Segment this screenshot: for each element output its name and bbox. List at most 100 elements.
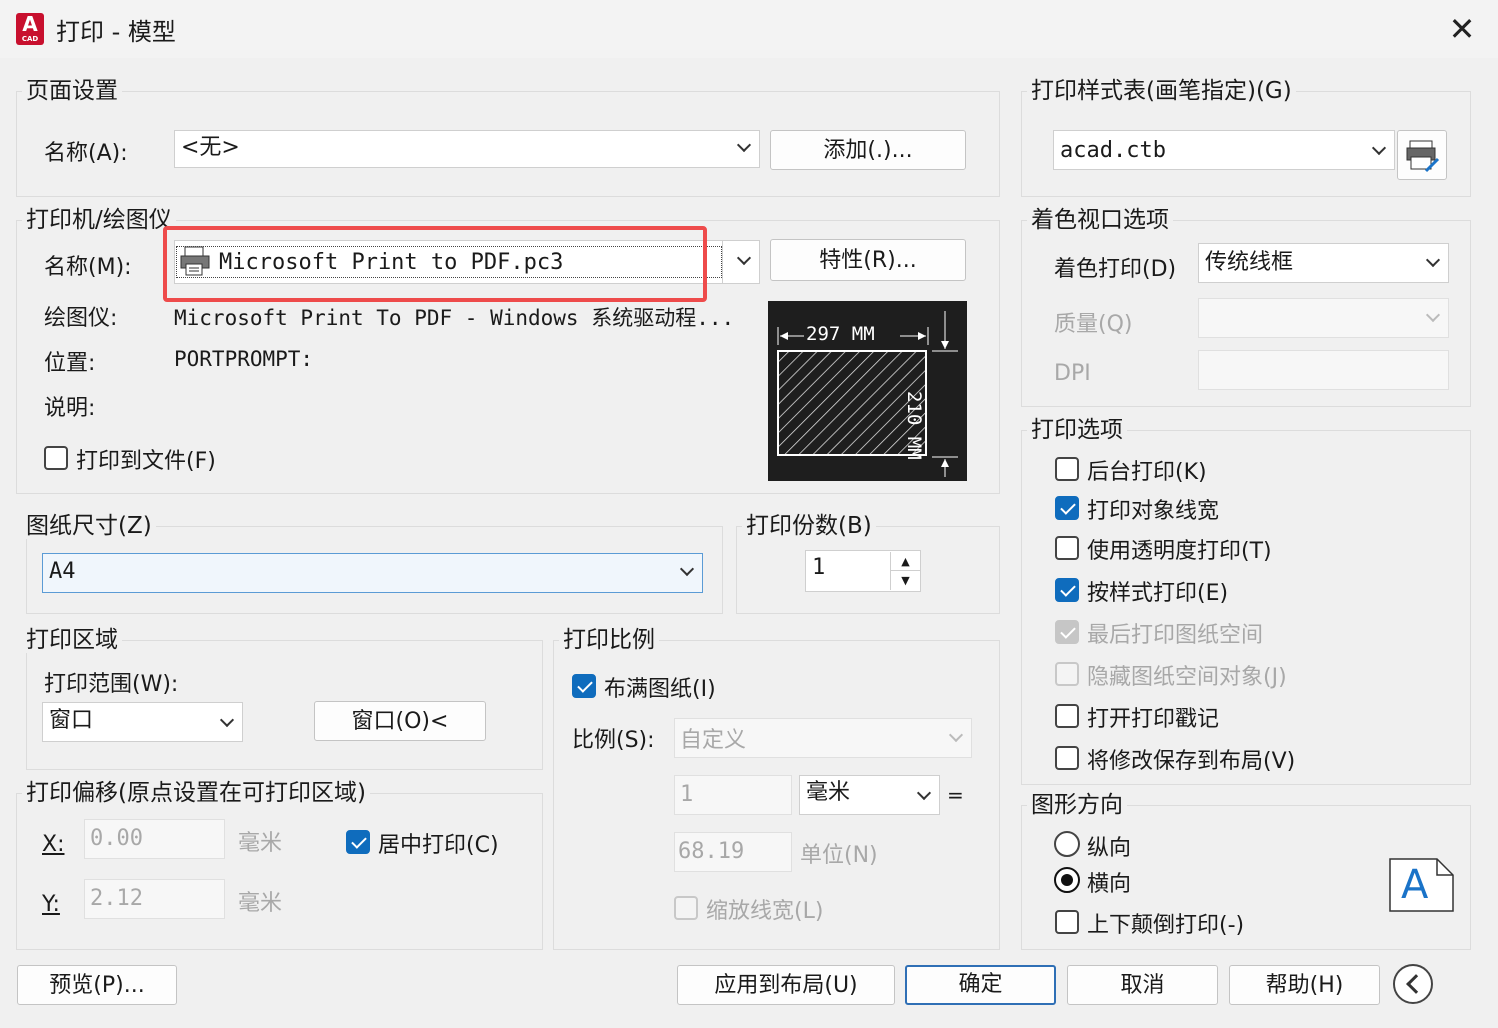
quality-combo[interactable] — [1198, 298, 1449, 338]
window-select-button[interactable]: 窗口(O)< — [314, 701, 486, 741]
center-plot-checkbox[interactable] — [346, 830, 370, 854]
scale-unit-combo[interactable]: 毫米 — [799, 775, 940, 815]
edit-plot-style-button[interactable] — [1397, 130, 1447, 180]
close-icon[interactable]: ✕ — [1442, 10, 1482, 50]
location-label: 位置: — [44, 351, 96, 376]
printer-edit-icon — [1406, 139, 1440, 179]
paper-width-text: 297 MM — [806, 323, 875, 345]
offset-y-unit: 毫米 — [238, 891, 283, 916]
preview-button[interactable]: 预览(P)... — [17, 965, 177, 1005]
shade-plot-combo[interactable]: 传统线框 — [1198, 243, 1449, 283]
shaded-viewport-title: 着色视口选项 — [1027, 207, 1173, 233]
plotter-label: 绘图仪: — [44, 306, 118, 331]
dpi-label: DPI — [1054, 361, 1091, 386]
copies-title: 打印份数(B) — [742, 513, 876, 539]
scale-value2-field[interactable]: 68.19 — [674, 832, 792, 872]
background-plot-label: 后台打印(K) — [1087, 460, 1207, 485]
scale-combo[interactable]: 自定义 — [674, 718, 972, 758]
spin-down-icon[interactable]: ▼ — [890, 571, 920, 590]
help-button[interactable]: 帮助(H) — [1229, 965, 1380, 1005]
plot-paperspace-last-checkbox[interactable] — [1055, 620, 1079, 644]
chevron-left-icon — [1406, 974, 1426, 994]
plot-transparency-checkbox[interactable] — [1055, 536, 1079, 560]
unit-label: 单位(N) — [800, 843, 878, 868]
plot-options-title: 打印选项 — [1027, 417, 1127, 443]
window-title: 打印 - 模型 — [56, 18, 176, 46]
highlight-box — [163, 226, 707, 302]
quality-label: 质量(Q) — [1054, 312, 1133, 337]
properties-button[interactable]: 特性(R)... — [770, 239, 966, 281]
plot-style-title: 打印样式表(画笔指定)(G) — [1027, 78, 1296, 104]
save-to-layout-checkbox[interactable] — [1055, 746, 1079, 770]
print-to-file-checkbox[interactable] — [44, 446, 68, 470]
chevron-down-icon — [1425, 252, 1441, 268]
hide-paperspace-objects-label: 隐藏图纸空间对象(J) — [1087, 665, 1287, 690]
printer-title: 打印机/绘图仪 — [22, 207, 176, 233]
collapse-options-button[interactable] — [1393, 964, 1433, 1004]
scale-label: 比例(S): — [572, 728, 655, 753]
ok-button[interactable]: 确定 — [905, 965, 1056, 1005]
plot-with-styles-checkbox[interactable] — [1055, 578, 1079, 602]
paper-size-combo[interactable]: A4 — [42, 553, 703, 593]
paper-size-title: 图纸尺寸(Z) — [22, 513, 156, 539]
plot-offset-group — [16, 793, 543, 950]
location-value: PORTPROMPT: — [174, 347, 314, 371]
plot-offset-title: 打印偏移(原点设置在可打印区域) — [22, 780, 370, 806]
chevron-down-icon — [916, 785, 932, 801]
scale-value1-field[interactable]: 1 — [674, 775, 792, 815]
offset-x-field[interactable]: 0.00 — [84, 819, 225, 859]
plot-lineweights-checkbox[interactable] — [1055, 496, 1079, 520]
landscape-radio[interactable] — [1054, 867, 1080, 893]
orientation-preview-icon: A — [1389, 858, 1455, 912]
plot-lineweights-label: 打印对象线宽 — [1087, 499, 1220, 524]
equals-sign: = — [947, 783, 964, 807]
page-setup-name-combo[interactable]: <无> — [174, 130, 760, 168]
dpi-field[interactable] — [1198, 350, 1449, 390]
plot-scale-title: 打印比例 — [559, 627, 659, 653]
landscape-label: 横向 — [1087, 872, 1132, 897]
print-to-file-label: 打印到文件(F) — [76, 449, 216, 474]
plot-with-styles-label: 按样式打印(E) — [1087, 581, 1229, 606]
offset-x-label: X: — [42, 832, 65, 857]
autocad-app-icon: A CAD — [16, 13, 44, 45]
copies-spinbox[interactable]: 1 ▲ ▼ — [805, 550, 921, 592]
add-page-setup-button[interactable]: 添加(.)... — [770, 130, 966, 170]
background-plot-checkbox[interactable] — [1055, 457, 1079, 481]
offset-y-label: Y: — [42, 892, 60, 917]
chevron-down-icon — [1371, 140, 1387, 156]
apply-to-layout-button[interactable]: 应用到布局(U) — [677, 965, 895, 1005]
offset-y-field[interactable]: 2.12 — [84, 879, 225, 919]
chevron-down-icon — [219, 712, 235, 728]
fit-to-paper-checkbox[interactable] — [572, 674, 596, 698]
upside-down-label: 上下颠倒打印(-) — [1087, 913, 1245, 938]
plot-stamp-checkbox[interactable] — [1055, 704, 1079, 728]
chevron-down-icon — [1425, 307, 1441, 323]
plot-style-combo[interactable]: acad.ctb — [1053, 130, 1395, 170]
plotter-value: Microsoft Print To PDF - Windows 系统驱动程..… — [174, 306, 735, 330]
plot-range-label: 打印范围(W): — [44, 672, 179, 697]
orientation-title: 图形方向 — [1027, 792, 1127, 818]
scale-lineweights-label: 缩放线宽(L) — [706, 899, 824, 924]
chevron-down-icon — [679, 561, 695, 577]
spin-up-icon[interactable]: ▲ — [890, 552, 920, 571]
plot-paperspace-last-label: 最后打印图纸空间 — [1087, 623, 1264, 648]
portrait-label: 纵向 — [1087, 836, 1132, 861]
plot-stamp-label: 打开打印戳记 — [1087, 707, 1220, 732]
cancel-button[interactable]: 取消 — [1067, 965, 1218, 1005]
chevron-down-icon — [736, 250, 752, 266]
hide-paperspace-objects-checkbox[interactable] — [1055, 662, 1079, 686]
page-setup-name-label: 名称(A): — [44, 141, 128, 166]
paper-height-text: 210 MM — [903, 391, 925, 460]
chevron-down-icon — [736, 137, 752, 153]
chevron-down-icon — [948, 727, 964, 743]
plot-range-combo[interactable]: 窗口 — [42, 702, 243, 742]
plot-area-title: 打印区域 — [22, 627, 122, 653]
upside-down-checkbox[interactable] — [1055, 910, 1079, 934]
fit-to-paper-label: 布满图纸(I) — [604, 677, 716, 702]
center-plot-label: 居中打印(C) — [378, 833, 499, 858]
page-setup-title: 页面设置 — [22, 78, 122, 104]
scale-lineweights-checkbox[interactable] — [674, 896, 698, 920]
description-label: 说明: — [44, 396, 96, 421]
portrait-radio[interactable] — [1054, 831, 1080, 857]
paper-preview: 297 MM 210 MM — [768, 301, 967, 481]
